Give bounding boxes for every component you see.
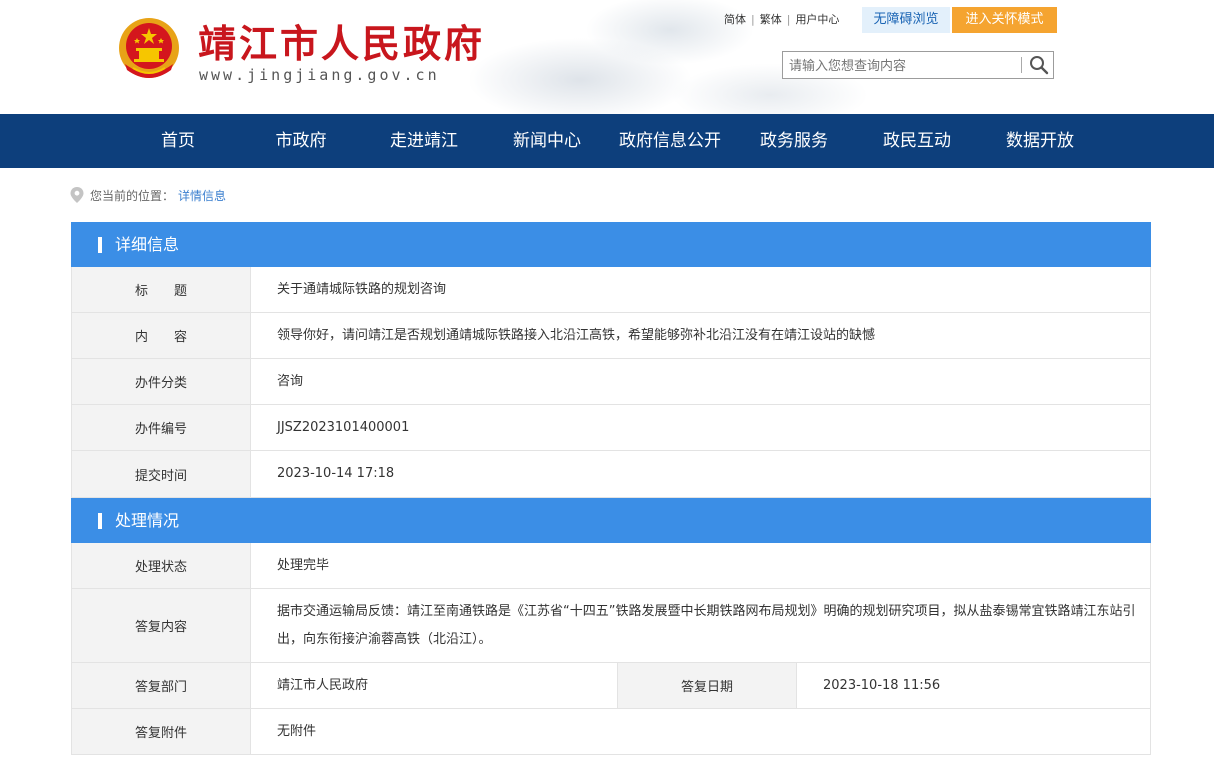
site-url: www.jingjiang.gov.cn bbox=[199, 66, 440, 84]
nav-item-about-jingjiang[interactable]: 走进靖江 bbox=[364, 114, 484, 168]
detail-row-submit-time: 提交时间 2023-10-14 17:18 bbox=[71, 451, 1151, 498]
nav-item-info-disclosure[interactable]: 政府信息公开 bbox=[610, 114, 730, 168]
row-value: 无附件 bbox=[277, 723, 317, 739]
handling-row-status: 处理状态 处理完毕 bbox=[71, 543, 1151, 589]
main-nav: 首页 市政府 走进靖江 新闻中心 政府信息公开 政务服务 政民互动 数据开放 bbox=[0, 114, 1214, 168]
row-label: 答复内容 bbox=[72, 589, 251, 662]
handling-row-attachment: 答复附件 无附件 bbox=[71, 709, 1151, 755]
nav-item-city-government[interactable]: 市政府 bbox=[241, 114, 361, 168]
detail-row-title: 标 题 关于通靖城际铁路的规划咨询 bbox=[71, 267, 1151, 313]
row-label: 处理状态 bbox=[72, 543, 251, 588]
simplified-chinese-link[interactable]: 简体 bbox=[724, 11, 746, 27]
handling-section-title: 处理情况 bbox=[115, 511, 180, 530]
search-box bbox=[782, 51, 1054, 79]
separator: | bbox=[786, 12, 791, 26]
site-title: 靖江市人民政府 bbox=[198, 21, 486, 66]
row-value: 2023-10-14 17:18 bbox=[277, 466, 395, 481]
row-label: 答复附件 bbox=[72, 709, 251, 754]
nav-item-interaction[interactable]: 政民互动 bbox=[857, 114, 977, 168]
section-bar-icon bbox=[98, 513, 102, 529]
row-value: 靖江市人民政府 bbox=[277, 677, 369, 693]
user-center-link[interactable]: 用户中心 bbox=[795, 11, 839, 27]
separator: | bbox=[751, 12, 755, 26]
breadcrumb: 您当前的位置： 详情信息 bbox=[70, 186, 226, 204]
row-value: 处理完毕 bbox=[277, 557, 330, 573]
row-value: 领导你好，请问靖江是否规划通靖城际铁路接入北沿江高铁，希望能够弥补北沿江没有在靖… bbox=[277, 327, 876, 343]
traditional-chinese-link[interactable]: 繁体 bbox=[760, 11, 782, 27]
section-bar-icon bbox=[98, 237, 102, 253]
site-header: 靖江市人民政府 www.jingjiang.gov.cn 简体 | 繁体 | 用… bbox=[0, 0, 1214, 114]
breadcrumb-prefix: 您当前的位置： bbox=[90, 188, 175, 203]
handling-row-reply: 答复内容 据市交通运输局反馈：靖江至南通铁路是《江苏省“十四五”铁路发展暨中长期… bbox=[71, 589, 1151, 663]
handling-section-header: 处理情况 bbox=[71, 498, 1151, 543]
row-value: 据市交通运输局反馈：靖江至南通铁路是《江苏省“十四五”铁路发展暨中长期铁路网布局… bbox=[277, 603, 1136, 647]
accessibility-button[interactable]: 无障碍浏览 bbox=[862, 7, 950, 33]
top-links: 简体 | 繁体 | 用户中心 bbox=[724, 11, 839, 27]
row-label: 办件编号 bbox=[72, 405, 251, 450]
row-label: 办件分类 bbox=[72, 359, 251, 404]
location-pin-icon bbox=[70, 187, 84, 203]
detail-row-category: 办件分类 咨询 bbox=[71, 359, 1151, 405]
handling-row-dept-date: 答复部门 靖江市人民政府 答复日期 2023-10-18 11:56 bbox=[71, 663, 1151, 709]
detail-row-case-number: 办件编号 JJSZ2023101400001 bbox=[71, 405, 1151, 451]
row-label: 答复日期 bbox=[617, 663, 797, 708]
row-value: 2023-10-18 11:56 bbox=[823, 678, 941, 693]
detail-section-title: 详细信息 bbox=[115, 235, 180, 254]
search-divider bbox=[1021, 57, 1022, 73]
row-label: 标 题 bbox=[72, 267, 251, 312]
nav-item-news-center[interactable]: 新闻中心 bbox=[487, 114, 607, 168]
nav-item-open-data[interactable]: 数据开放 bbox=[980, 114, 1100, 168]
row-label: 内 容 bbox=[72, 313, 251, 358]
nav-item-gov-services[interactable]: 政务服务 bbox=[734, 114, 854, 168]
breadcrumb-current[interactable]: 详情信息 bbox=[178, 187, 226, 204]
row-value: 关于通靖城际铁路的规划咨询 bbox=[277, 281, 447, 297]
national-emblem-icon bbox=[119, 18, 179, 78]
detail-row-content: 内 容 领导你好，请问靖江是否规划通靖城际铁路接入北沿江高铁，希望能够弥补北沿江… bbox=[71, 313, 1151, 359]
row-label: 答复部门 bbox=[72, 663, 251, 708]
row-value: JJSZ2023101400001 bbox=[277, 419, 410, 435]
row-value: 咨询 bbox=[277, 373, 304, 389]
detail-section-header: 详细信息 bbox=[71, 222, 1151, 267]
search-icon[interactable] bbox=[1028, 55, 1050, 75]
care-mode-button[interactable]: 进入关怀模式 bbox=[952, 7, 1057, 33]
row-label: 提交时间 bbox=[72, 451, 251, 497]
search-input[interactable] bbox=[787, 55, 1019, 77]
nav-item-home[interactable]: 首页 bbox=[118, 114, 238, 168]
